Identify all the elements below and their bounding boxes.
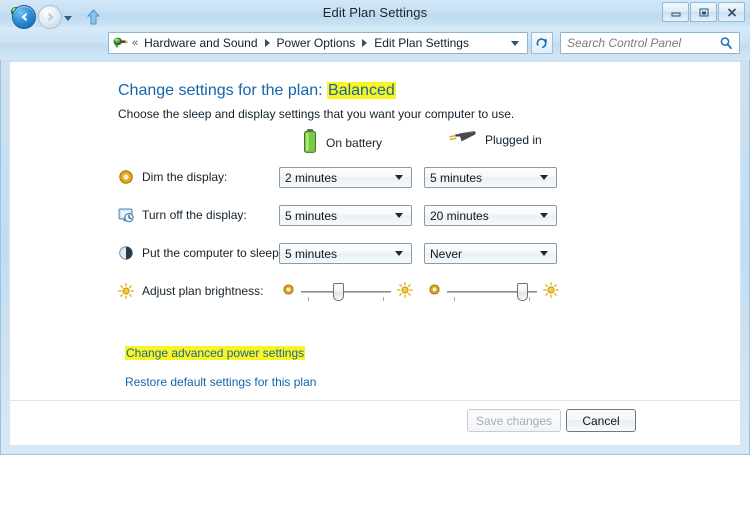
setting-label: Dim the display: xyxy=(142,170,228,184)
search-input[interactable]: Search Control Panel xyxy=(567,36,681,50)
battery-icon xyxy=(302,128,318,157)
window-title: Edit Plan Settings xyxy=(322,5,428,20)
brightness-high-icon xyxy=(543,281,559,303)
chevron-down-icon xyxy=(540,251,548,256)
refresh-button[interactable] xyxy=(531,32,553,54)
breadcrumb-item-edit-plan-settings[interactable]: Edit Plan Settings xyxy=(372,35,471,51)
title-bar: Edit Plan Settings xyxy=(0,0,750,27)
brightness-low-icon xyxy=(282,283,295,301)
back-arrow-icon xyxy=(13,6,35,28)
page-title-prefix: Change settings for the plan: xyxy=(118,82,323,99)
forward-arrow-icon xyxy=(39,6,61,28)
dropdown-value: 20 minutes xyxy=(430,208,489,223)
chevron-down-icon xyxy=(540,213,548,218)
dim-display-plugged-in-dropdown[interactable]: 5 minutes xyxy=(424,167,557,188)
slider-track-on-battery[interactable] xyxy=(301,282,391,302)
slider-tick xyxy=(529,297,530,301)
breadcrumb-item-power-options[interactable]: Power Options xyxy=(275,35,358,51)
page-subtitle: Choose the sleep and display settings th… xyxy=(118,107,515,121)
power-plug-icon xyxy=(112,35,128,51)
turn-off-display-on-battery-dropdown[interactable]: 5 minutes xyxy=(279,205,412,226)
link-restore-default-settings[interactable]: Restore default settings for this plan xyxy=(125,375,316,389)
cancel-button[interactable]: Cancel xyxy=(566,409,636,432)
sleep-icon xyxy=(118,245,134,261)
brightness-slider-plugged-in[interactable] xyxy=(428,281,559,303)
dropdown-value: 5 minutes xyxy=(285,208,338,223)
address-bar[interactable]: « Hardware and Sound Power Options Edit … xyxy=(108,32,528,54)
setting-row-turn-off-display: Turn off the display: 5 minutes 20 minut… xyxy=(10,205,740,227)
back-button[interactable] xyxy=(12,5,36,29)
content-area: Change settings for the plan: Balanced C… xyxy=(9,62,741,446)
column-header-on-battery: On battery xyxy=(302,128,382,157)
breadcrumb-overflow[interactable]: « xyxy=(132,37,138,49)
brightness-icon xyxy=(118,283,134,299)
dropdown-value: Never xyxy=(430,246,463,261)
search-box[interactable]: Search Control Panel xyxy=(560,32,740,54)
brightness-slider-on-battery[interactable] xyxy=(282,281,413,303)
slider-thumb-on-battery[interactable] xyxy=(332,283,344,301)
setting-label: Turn off the display: xyxy=(142,208,247,222)
search-icon xyxy=(719,36,733,50)
dropdown-value: 5 minutes xyxy=(430,170,483,185)
sleep-plugged-in-dropdown[interactable]: Never xyxy=(424,243,557,264)
save-changes-button[interactable]: Save changes xyxy=(467,409,561,432)
link-change-advanced-power-settings[interactable]: Change advanced power settings xyxy=(125,346,306,360)
forward-button[interactable] xyxy=(38,5,62,29)
slider-tick xyxy=(308,297,309,301)
turn-off-display-plugged-in-dropdown[interactable]: 20 minutes xyxy=(424,205,557,226)
desktop-background xyxy=(0,455,750,530)
dropdown-value: 5 minutes xyxy=(285,246,338,261)
link-label: Change advanced power settings xyxy=(125,346,306,360)
slider-track-line xyxy=(301,291,391,293)
setting-label: Adjust plan brightness: xyxy=(142,284,264,298)
window-controls xyxy=(662,2,745,22)
control-panel-window: Edit Plan Settings « Hardware and Sound … xyxy=(0,0,750,530)
brightness-low-icon xyxy=(428,283,441,301)
sleep-on-battery-dropdown[interactable]: 5 minutes xyxy=(279,243,412,264)
plan-name-highlight: Balanced xyxy=(327,82,396,99)
chevron-down-icon xyxy=(395,213,403,218)
chevron-down-icon xyxy=(395,251,403,256)
chevron-down-icon xyxy=(540,175,548,180)
maximize-button[interactable] xyxy=(690,2,717,22)
chevron-down-icon xyxy=(395,175,403,180)
brightness-high-icon xyxy=(397,281,413,303)
recent-pages-button[interactable] xyxy=(64,16,72,21)
dim-display-on-battery-dropdown[interactable]: 2 minutes xyxy=(279,167,412,188)
footer-divider xyxy=(9,400,741,401)
column-header-label: On battery xyxy=(326,135,383,150)
power-plug-icon xyxy=(447,128,477,151)
dim-display-icon xyxy=(118,169,134,185)
turn-off-display-icon xyxy=(118,207,134,223)
setting-row-dim-display: Dim the display: 2 minutes 5 minutes xyxy=(10,167,740,189)
setting-label: Put the computer to sleep: xyxy=(142,246,283,260)
address-dropdown-icon[interactable] xyxy=(511,40,519,46)
column-header-label: Plugged in xyxy=(485,132,542,147)
breadcrumb-chevron-icon[interactable] xyxy=(264,39,270,47)
slider-thumb-plugged-in[interactable] xyxy=(516,283,528,301)
slider-tick xyxy=(454,297,455,301)
dropdown-value: 2 minutes xyxy=(285,170,338,185)
close-button[interactable] xyxy=(718,2,745,22)
setting-row-sleep: Put the computer to sleep: 5 minutes Nev… xyxy=(10,243,740,265)
minimize-button[interactable] xyxy=(662,2,689,22)
slider-track-plugged-in[interactable] xyxy=(447,282,537,302)
breadcrumb-chevron-icon[interactable] xyxy=(362,39,368,47)
up-button[interactable] xyxy=(84,8,102,26)
column-header-plugged-in: Plugged in xyxy=(447,128,542,151)
slider-tick xyxy=(383,297,384,301)
setting-row-brightness: Adjust plan brightness: xyxy=(10,281,740,303)
page-title: Change settings for the plan: Balanced xyxy=(118,82,396,100)
breadcrumb-item-hardware-and-sound[interactable]: Hardware and Sound xyxy=(142,35,259,51)
